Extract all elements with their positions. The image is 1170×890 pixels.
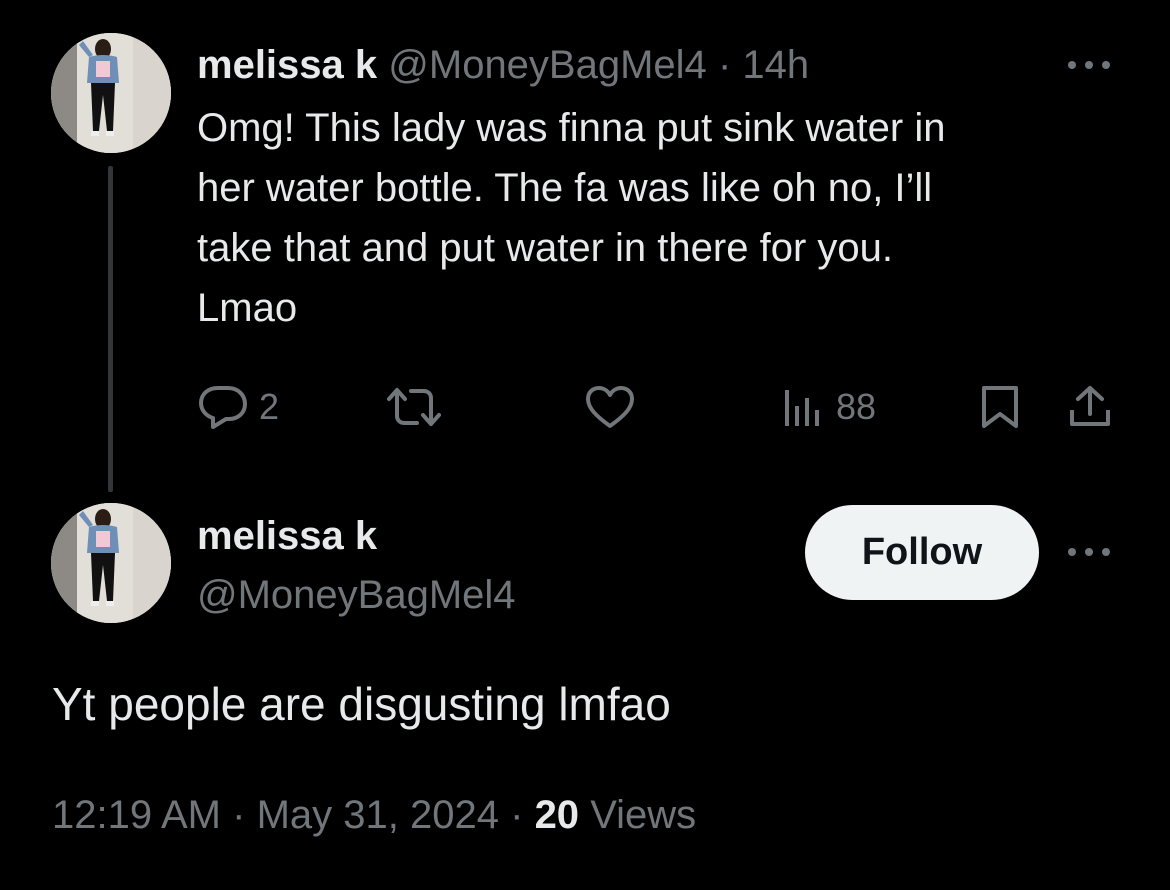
tweet-time[interactable]: 12:19 AM [52,793,221,837]
more-dot [1102,61,1110,69]
repost-button[interactable] [385,382,443,432]
views-button[interactable]: 88 [782,382,876,432]
avatar[interactable] [51,33,171,153]
share-button[interactable] [1066,382,1114,432]
more-options-button[interactable] [1064,50,1114,80]
timestamp[interactable]: 14h [742,43,809,87]
tweet-metadata: 12:19 AM · May 31, 2024 · 20 Views [52,788,696,842]
views-label: Views [590,793,697,837]
display-name[interactable]: melissa k [197,43,377,87]
reply-icon [197,384,249,430]
more-dot [1068,61,1076,69]
follow-button[interactable]: Follow [805,505,1039,600]
share-icon [1066,384,1114,430]
repost-icon [385,384,443,430]
separator-dot: · [232,793,246,837]
reply-count: 2 [259,386,280,427]
reply-button[interactable]: 2 [197,382,279,432]
more-options-button[interactable] [1064,537,1114,567]
separator-dot: · [510,793,524,837]
views-count: 88 [836,386,877,427]
more-dot [1102,548,1110,556]
tweet-header: melissa k @MoneyBagMel4 · 14h [197,38,809,92]
user-handle[interactable]: @MoneyBagMel4 [388,43,707,87]
tweet-text: Yt people are disgusting lmfao [52,678,671,730]
user-handle[interactable]: @MoneyBagMel4 [197,568,516,622]
like-button[interactable] [584,382,636,432]
heart-icon [584,384,636,430]
views-count: 20 [534,793,580,837]
separator-dot: · [717,43,732,87]
more-dot [1068,548,1076,556]
views-bar-chart-icon [782,384,826,430]
tweet-text: Omg! This lady was finna put sink water … [197,106,946,330]
thread-connector-line [108,166,113,492]
more-dot [1085,548,1093,556]
more-dot [1085,61,1093,69]
bookmark-icon [978,384,1022,430]
display-name[interactable]: melissa k [197,509,377,563]
avatar[interactable] [51,503,171,623]
tweet-date[interactable]: May 31, 2024 [257,793,499,837]
bookmark-button[interactable] [978,382,1022,432]
